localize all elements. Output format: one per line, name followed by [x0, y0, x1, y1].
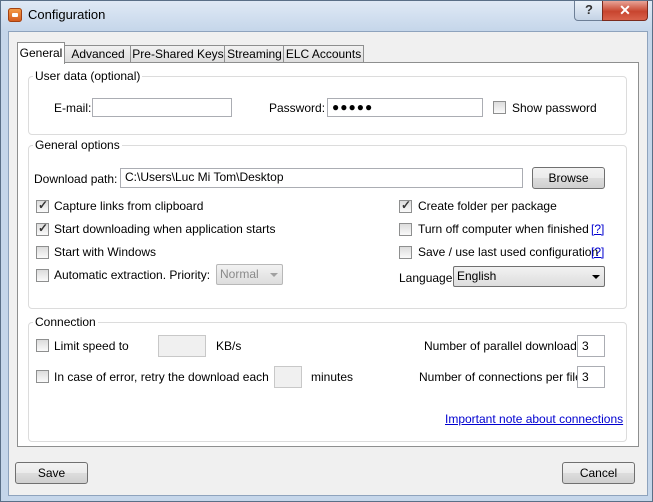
capture-links-label: Capture links from clipboard — [54, 199, 204, 213]
configuration-window: Configuration ? ✕ General Advanced Pre-S… — [0, 0, 653, 502]
language-label: Language: — [399, 271, 456, 285]
chevron-down-icon — [592, 275, 600, 279]
priority-select[interactable]: Normal — [216, 264, 283, 285]
connections-per-file-field[interactable]: 3 — [577, 366, 605, 388]
general-tab-panel: User data (optional) E-mail: Password: ●… — [17, 62, 639, 447]
speed-limit-field[interactable] — [158, 335, 206, 357]
window-title: Configuration — [28, 7, 106, 22]
priority-value: Normal — [220, 267, 259, 281]
parallel-downloads-field[interactable]: 3 — [577, 335, 605, 357]
retry-minutes-field[interactable] — [274, 366, 302, 388]
speed-unit-label: KB/s — [216, 339, 242, 353]
download-path-field[interactable]: C:\Users\Luc Mi Tom\Desktop — [120, 168, 523, 188]
parallel-downloads-label: Number of parallel downloads: — [424, 339, 587, 353]
user-data-title: User data (optional) — [33, 69, 143, 83]
download-path-label: Download path: — [34, 172, 118, 186]
email-label: E-mail: — [54, 101, 92, 115]
auto-extract-label: Automatic extraction. Priority: — [54, 268, 211, 282]
help-button[interactable]: ? — [574, 1, 604, 21]
show-password-checkbox[interactable] — [493, 101, 506, 114]
save-config-label: Save / use last used configuration — [418, 245, 599, 259]
tab-streaming[interactable]: Streaming — [224, 45, 285, 63]
turn-off-label: Turn off computer when finished — [418, 222, 589, 236]
retry-label: In case of error, retry the download eac… — [54, 370, 269, 384]
show-password-label: Show password — [512, 101, 597, 115]
connection-title: Connection — [33, 315, 98, 329]
save-button[interactable]: Save — [15, 462, 88, 484]
create-folder-checkbox[interactable] — [399, 198, 412, 213]
general-options-title: General options — [33, 138, 122, 152]
tab-general[interactable]: General — [17, 42, 65, 64]
connection-group: Connection Limit speed to KB/s In case o… — [28, 315, 627, 442]
turn-off-checkbox[interactable] — [399, 223, 412, 236]
capture-links-checkbox[interactable] — [36, 198, 49, 213]
title-bar: Configuration ? ✕ — [1, 1, 652, 29]
tab-pre-shared-keys[interactable]: Pre-Shared Keys — [130, 45, 226, 63]
retry-checkbox[interactable] — [36, 370, 49, 383]
limit-speed-checkbox[interactable] — [36, 339, 49, 352]
connections-note-link[interactable]: Important note about connections — [445, 412, 623, 426]
browse-button[interactable]: Browse — [532, 167, 605, 189]
language-value: English — [457, 269, 497, 283]
start-downloading-label: Start downloading when application start… — [54, 222, 276, 236]
general-options-group: General options Download path: C:\Users\… — [28, 138, 627, 309]
close-button[interactable]: ✕ — [602, 1, 648, 21]
save-config-checkbox[interactable] — [399, 246, 412, 259]
connections-per-file-label: Number of connections per file: — [419, 370, 586, 384]
minutes-label: minutes — [311, 370, 354, 384]
start-windows-label: Start with Windows — [54, 245, 157, 259]
password-label: Password: — [269, 101, 326, 115]
language-select[interactable]: English — [453, 266, 605, 287]
tab-advanced[interactable]: Advanced — [64, 45, 132, 63]
email-field[interactable] — [92, 98, 232, 117]
chevron-down-icon — [270, 273, 278, 277]
turn-off-help-link[interactable]: [?] — [591, 222, 604, 236]
password-field[interactable]: ●●●●● — [327, 98, 483, 117]
save-config-help-link[interactable]: [?] — [591, 245, 604, 259]
auto-extract-checkbox[interactable] — [36, 269, 49, 282]
app-icon — [8, 8, 22, 22]
user-data-group: User data (optional) E-mail: Password: ●… — [28, 69, 627, 135]
start-downloading-checkbox[interactable] — [36, 221, 49, 236]
tab-elc-accounts[interactable]: ELC Accounts — [283, 45, 364, 63]
create-folder-label: Create folder per package — [418, 199, 557, 213]
limit-speed-label: Limit speed to — [54, 339, 129, 353]
dialog-client-area: General Advanced Pre-Shared Keys Streami… — [8, 31, 648, 496]
start-windows-checkbox[interactable] — [36, 246, 49, 259]
cancel-button[interactable]: Cancel — [562, 462, 635, 484]
